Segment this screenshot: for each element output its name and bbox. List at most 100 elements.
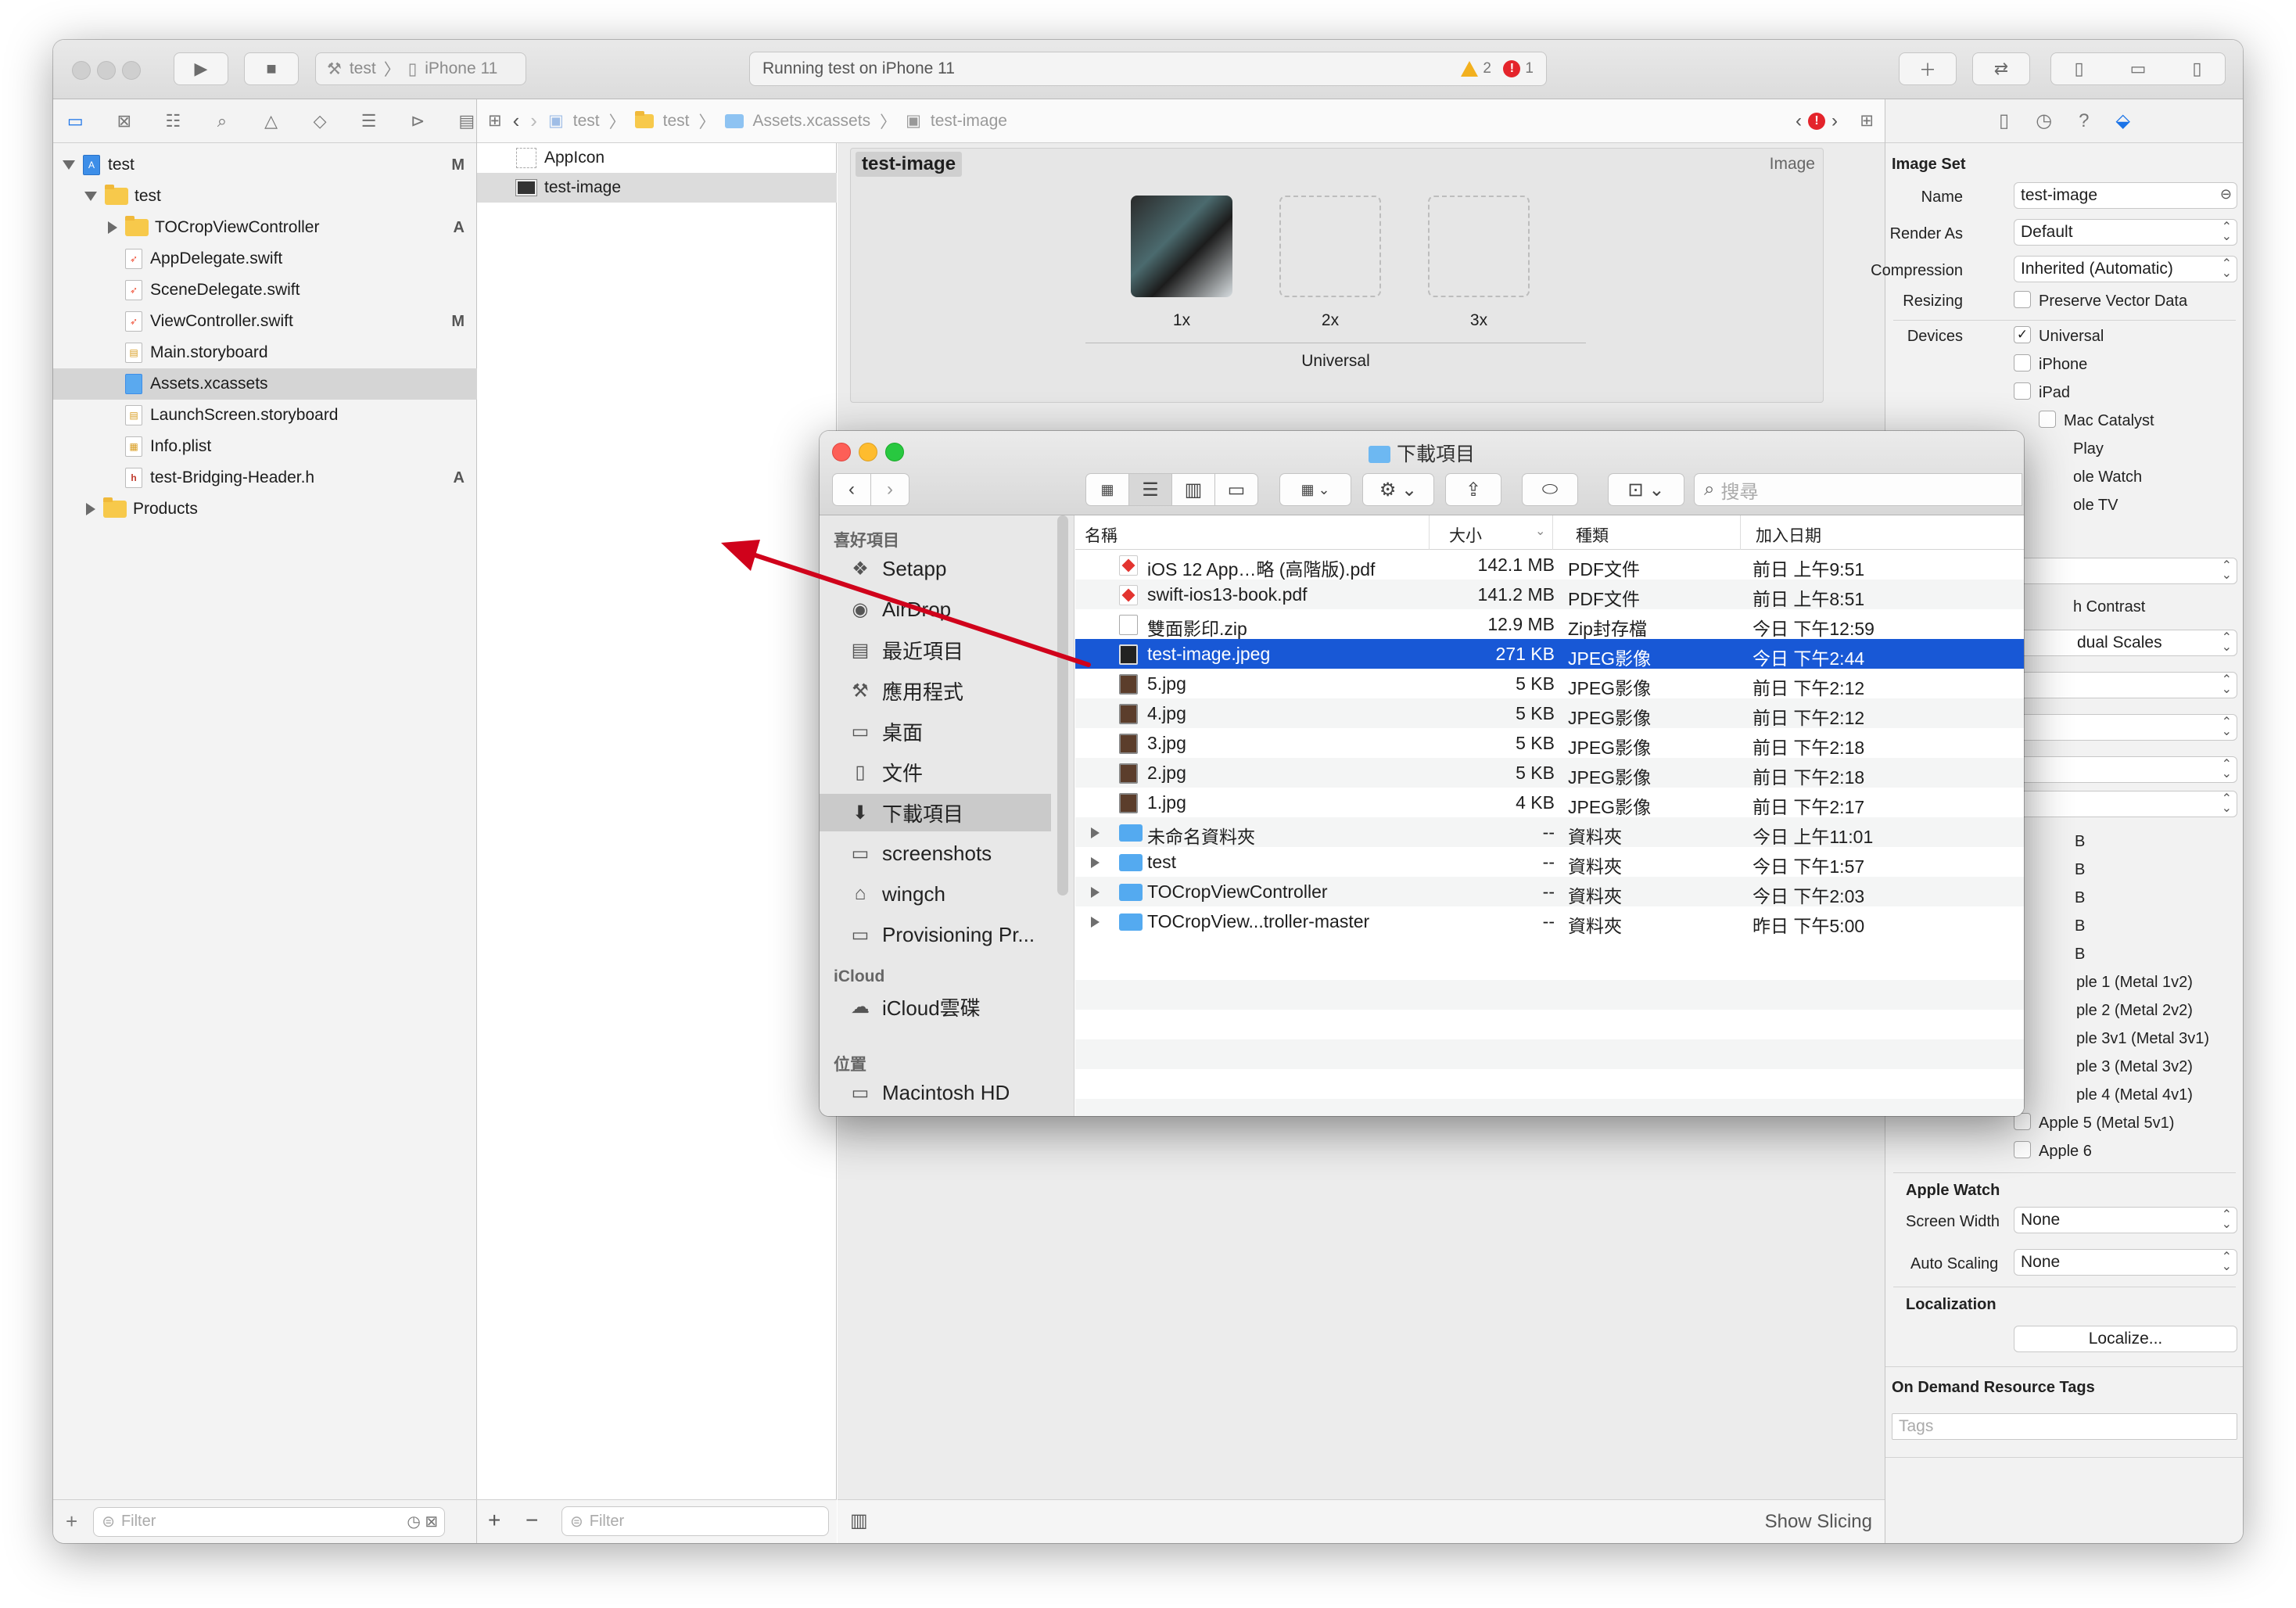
file-inspector-icon[interactable]: ▯ xyxy=(1999,109,2009,132)
list-item-test-image[interactable]: test-image xyxy=(477,173,837,203)
attributes-icon[interactable]: ⬙ xyxy=(2116,109,2130,132)
tree-item-tocropviewcontroller[interactable]: TOCropViewController A xyxy=(53,212,477,243)
auto-scaling-select[interactable]: None ⌃ ⌄ xyxy=(2014,1249,2237,1276)
tree-item-main-storyboard[interactable]: ▤ Main.storyboard xyxy=(53,337,477,368)
breadcrumb-item[interactable]: Assets.xcassets xyxy=(753,112,871,131)
tree-item-bridging-header[interactable]: h test-Bridging-Header.h A xyxy=(53,462,477,494)
tree-item-launchscreen[interactable]: ▤ LaunchScreen.storyboard xyxy=(53,400,477,431)
column-header-name[interactable]: 名稱 xyxy=(1085,523,1118,547)
name-field[interactable]: test-image ⊖ xyxy=(2014,182,2237,209)
test-icon[interactable]: ◇ xyxy=(310,110,330,132)
file-row[interactable]: 2.jpg 5 KB JPEG影像 前日 下午2:18 xyxy=(1075,758,2024,788)
file-row[interactable]: swift-ios13-book.pdf 141.2 MB PDF文件 前日 上午8:… xyxy=(1075,580,2024,609)
attributes-toggle-icon[interactable]: ▥ xyxy=(850,1509,868,1532)
column-header-kind[interactable]: 種類 xyxy=(1576,523,1609,547)
sidebar-item-downloads[interactable]: ⬇ 下載項目 xyxy=(820,794,1051,831)
show-slicing-button[interactable]: Show Slicing xyxy=(1765,1511,1872,1533)
errors-indicator[interactable]: ! 1 xyxy=(1503,60,1534,77)
disclosure-open-icon[interactable] xyxy=(63,160,75,170)
column-header-date[interactable]: 加入日期 xyxy=(1756,523,1821,547)
column-header-size[interactable]: 大小 xyxy=(1449,523,1482,547)
sidebar-item-recents[interactable]: ▤ 最近項目 xyxy=(820,631,1051,669)
scales-select[interactable]: dual Scales ⌃ ⌄ xyxy=(2014,630,2237,656)
breadcrumb-item[interactable]: test xyxy=(573,112,600,131)
tree-item-products[interactable]: Products xyxy=(53,494,477,525)
disclosure-closed-icon[interactable] xyxy=(1091,857,1100,868)
issue-icon[interactable]: △ xyxy=(261,110,281,132)
sidebar-item-macintosh-hd[interactable]: ▭ Macintosh HD xyxy=(820,1074,1051,1111)
screen-width-select[interactable]: None ⌃ ⌄ xyxy=(2014,1207,2237,1233)
gallery-view-button[interactable]: ▭ xyxy=(1214,473,1258,506)
apple6-checkbox[interactable] xyxy=(2014,1141,2031,1158)
disclosure-closed-icon[interactable] xyxy=(108,221,117,234)
iphone-checkbox[interactable] xyxy=(2014,354,2031,371)
navigator-toggle-icon[interactable]: ▯ xyxy=(2074,59,2083,79)
tree-item-group-test[interactable]: test xyxy=(53,181,477,212)
list-item-appicon[interactable]: AppIcon xyxy=(477,143,837,173)
breadcrumb-item[interactable]: test xyxy=(663,112,690,131)
icon-view-button[interactable]: ▦ xyxy=(1085,473,1129,506)
sidebar-item-provisioning[interactable]: ▭ Provisioning Pr... xyxy=(820,916,1051,953)
file-row[interactable]: test -- 資料夾 今日 下午1:57 xyxy=(1075,847,2024,877)
hidden-select[interactable]: ⌃ ⌄ xyxy=(2014,558,2237,584)
asset-filter-field[interactable]: ⊜ Filter xyxy=(561,1506,829,1536)
list-view-button[interactable]: ☰ xyxy=(1128,473,1172,506)
stop-button[interactable]: ■ xyxy=(244,52,299,85)
sidebar-item-setapp[interactable]: ❖ Setapp xyxy=(820,550,1051,587)
folder-icon[interactable]: ▭ xyxy=(66,110,85,132)
column-view-button[interactable]: ▥ xyxy=(1171,473,1215,506)
history-icon[interactable]: ◷ xyxy=(2036,109,2052,132)
compression-select[interactable]: Inherited (Automatic) ⌃ ⌄ xyxy=(2014,256,2237,282)
code-review-button[interactable]: ⇄ xyxy=(1972,52,2030,85)
remove-icon[interactable]: − xyxy=(526,1508,538,1533)
file-row[interactable]: 雙面影印.zip 12.9 MB Zip封存檔 今日 下午12:59 xyxy=(1075,609,2024,639)
image-slot-1x[interactable] xyxy=(1131,196,1232,297)
zoom-window-button[interactable] xyxy=(122,61,141,80)
library-button[interactable]: ＋ xyxy=(1899,52,1957,85)
warnings-indicator[interactable]: 2 xyxy=(1461,60,1491,77)
hidden-select[interactable]: ⌃ ⌄ xyxy=(2014,714,2237,741)
source-control-icon[interactable]: ⊠ xyxy=(115,110,135,132)
report-icon[interactable]: ▤ xyxy=(457,110,477,132)
tags-button[interactable]: ⬭ xyxy=(1522,473,1578,506)
debug-icon[interactable]: ☰ xyxy=(359,110,378,132)
sidebar-item-icloud-drive[interactable]: ☁ iCloud雲碟 xyxy=(820,988,1051,1025)
related-items-icon[interactable]: ⊞ xyxy=(488,111,502,131)
mac-catalyst-checkbox[interactable] xyxy=(2039,411,2056,428)
disclosure-closed-icon[interactable] xyxy=(1091,887,1100,898)
sidebar-item-home[interactable]: ⌂ wingch xyxy=(820,875,1051,913)
ipad-checkbox[interactable] xyxy=(2014,382,2031,400)
image-slot-3x[interactable] xyxy=(1428,196,1530,297)
tree-item-appdelegate[interactable]: ➶ AppDelegate.swift xyxy=(53,243,477,275)
image-slot-2x[interactable] xyxy=(1279,196,1381,297)
file-row[interactable]: 4.jpg 5 KB JPEG影像 前日 下午2:12 xyxy=(1075,698,2024,728)
sidebar-item-applications[interactable]: ⚒ 應用程式 xyxy=(820,672,1051,709)
file-row[interactable]: TOCropViewController -- 資料夾 今日 下午2:03 xyxy=(1075,877,2024,906)
group-button[interactable]: ▦ ⌄ xyxy=(1279,473,1351,506)
tags-field[interactable]: Tags xyxy=(1892,1413,2237,1440)
symbol-icon[interactable]: ☷ xyxy=(163,110,183,132)
add-icon[interactable]: + xyxy=(66,1509,77,1534)
sidebar-scrollbar[interactable] xyxy=(1057,515,1068,896)
tree-item-scenedelegate[interactable]: ➶ SceneDelegate.swift xyxy=(53,275,477,306)
back-button[interactable]: ‹ xyxy=(832,473,871,506)
disclosure-closed-icon[interactable] xyxy=(86,503,95,515)
file-row[interactable]: TOCropView...troller-master -- 資料夾 昨日 下午5:0… xyxy=(1075,906,2024,936)
recent-filter-icon[interactable]: ◷ ⊠ xyxy=(407,1512,438,1531)
back-icon[interactable]: ‹ xyxy=(513,109,520,133)
sidebar-item-airdrop[interactable]: ◉ AirDrop xyxy=(820,590,1051,628)
tree-item-assets[interactable]: Assets.xcassets xyxy=(53,368,477,400)
add-editor-icon[interactable]: ⊞ xyxy=(1860,111,1874,131)
tree-item-viewcontroller[interactable]: ➶ ViewController.swift M xyxy=(53,306,477,337)
minimize-window-button[interactable] xyxy=(97,61,116,80)
close-window-button[interactable] xyxy=(72,61,91,80)
file-row[interactable]: test-image.jpeg 271 KB JPEG影像 今日 下午2:44 xyxy=(1075,639,2024,669)
tree-item-info-plist[interactable]: ▦ Info.plist xyxy=(53,431,477,462)
file-row[interactable]: 1.jpg 4 KB JPEG影像 前日 下午2:17 xyxy=(1075,788,2024,817)
add-icon[interactable]: + xyxy=(488,1508,500,1533)
hidden-select[interactable]: ⌃ ⌄ xyxy=(2014,672,2237,698)
dropbox-button[interactable]: ⊡ ⌄ xyxy=(1608,473,1684,506)
breadcrumb-item[interactable]: test-image xyxy=(931,112,1007,131)
inspector-toggle-icon[interactable]: ▯ xyxy=(2192,59,2201,79)
sidebar-item-screenshots[interactable]: ▭ screenshots xyxy=(820,835,1051,872)
